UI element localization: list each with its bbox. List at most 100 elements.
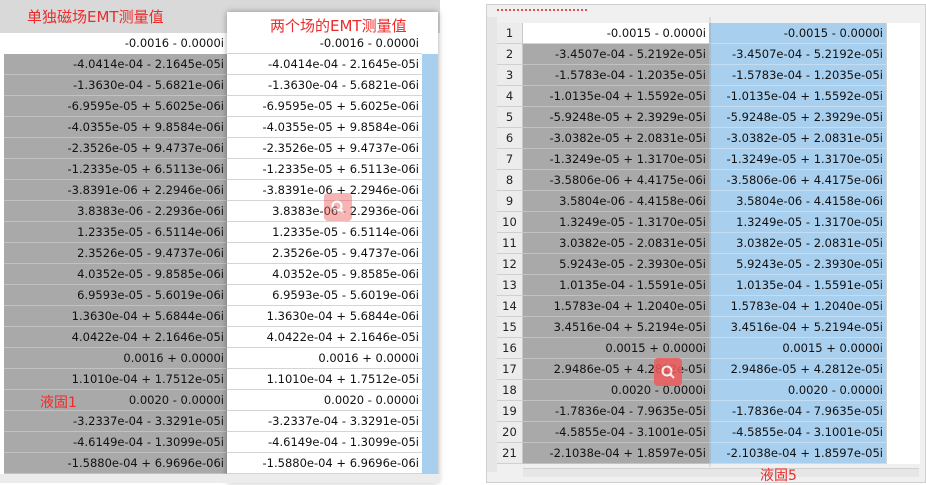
table-cell[interactable]: 0.0015 + 0.0000i — [523, 338, 709, 359]
table-cell[interactable]: -0.0016 - 0.0000i — [4, 33, 227, 54]
table-cell[interactable]: -1.2335e-05 + 6.5113e-06i — [227, 159, 422, 180]
table-cell[interactable]: -1.5880e-04 + 6.9696e-06i — [4, 453, 227, 474]
table-cell[interactable]: -3.5806e-06 + 4.4175e-06i — [523, 170, 709, 191]
right-scrollbar[interactable] — [523, 468, 919, 477]
table-cell[interactable]: -3.0382e-05 + 2.0831e-05i — [709, 128, 886, 149]
table-cell[interactable]: -3.2337e-04 - 3.3291e-05i — [4, 411, 227, 432]
row-number[interactable]: 15 — [497, 317, 523, 338]
table-cell[interactable]: -3.8391e-06 + 2.2946e-06i — [4, 180, 227, 201]
row-number[interactable]: 19 — [497, 401, 523, 422]
table-cell[interactable]: -4.0355e-05 + 9.8584e-06i — [4, 117, 227, 138]
table-cell[interactable]: 3.0382e-05 - 2.0831e-05i — [709, 233, 886, 254]
table-cell[interactable]: 5.9243e-05 - 2.3930e-05i — [709, 254, 886, 275]
table-cell[interactable]: 1.2335e-05 - 6.5114e-06i — [227, 222, 422, 243]
table-cell[interactable]: 1.3249e-05 - 1.3170e-05i — [523, 212, 709, 233]
table-cell[interactable]: -4.0355e-05 + 9.8584e-06i — [227, 117, 422, 138]
row-number[interactable]: 4 — [497, 86, 523, 107]
row-number[interactable]: 12 — [497, 254, 523, 275]
row-number[interactable]: 5 — [497, 107, 523, 128]
table-cell[interactable]: -1.5783e-04 - 1.2035e-05i — [709, 65, 886, 86]
table-cell[interactable]: -0.0015 - 0.0000i — [709, 23, 886, 44]
table-cell[interactable]: 1.0135e-04 - 1.5591e-05i — [709, 275, 886, 296]
table-cell[interactable]: 0.0016 + 0.0000i — [227, 348, 422, 369]
table-cell[interactable]: 1.1010e-04 + 1.7512e-05i — [4, 369, 227, 390]
row-number[interactable]: 3 — [497, 65, 523, 86]
table-cell[interactable]: 2.9486e-05 + 4.2812e-05i — [709, 359, 886, 380]
row-number[interactable]: 6 — [497, 128, 523, 149]
row-number[interactable]: 14 — [497, 296, 523, 317]
table-cell[interactable]: -6.9595e-05 + 5.6025e-06i — [227, 96, 422, 117]
table-cell[interactable]: 3.4516e-04 + 5.2194e-05i — [709, 317, 886, 338]
table-cell[interactable]: -1.2335e-05 + 6.5113e-06i — [4, 159, 227, 180]
row-number[interactable]: 9 — [497, 191, 523, 212]
table-cell[interactable]: -4.0414e-04 - 2.1645e-05i — [227, 54, 422, 75]
row-number[interactable]: 10 — [497, 212, 523, 233]
row-number[interactable]: 17 — [497, 359, 523, 380]
table-cell[interactable]: -4.5855e-04 - 3.1001e-05i — [523, 422, 709, 443]
row-number[interactable]: 21 — [497, 443, 523, 464]
table-cell[interactable]: -2.3526e-05 + 9.4737e-06i — [227, 138, 422, 159]
table-cell[interactable]: 3.8383e-06 - 2.2936e-06i — [4, 201, 227, 222]
row-number[interactable]: 18 — [497, 380, 523, 401]
table-cell[interactable]: -1.5880e-04 + 6.9696e-06i — [227, 453, 422, 474]
table-cell[interactable]: -4.0414e-04 - 2.1645e-05i — [4, 54, 227, 75]
table-cell[interactable]: 1.3630e-04 + 5.6844e-06i — [4, 306, 227, 327]
table-cell[interactable]: 3.0382e-05 - 2.0831e-05i — [523, 233, 709, 254]
table-cell[interactable]: -1.5783e-04 - 1.2035e-05i — [523, 65, 709, 86]
table-cell[interactable]: 0.0016 + 0.0000i — [4, 348, 227, 369]
table-cell[interactable]: -6.9595e-05 + 5.6025e-06i — [4, 96, 227, 117]
table-cell[interactable]: -3.0382e-05 + 2.0831e-05i — [523, 128, 709, 149]
table-cell[interactable]: -3.4507e-04 - 5.2192e-05i — [709, 44, 886, 65]
zoom-magnifier-icon[interactable] — [324, 193, 352, 221]
table-cell[interactable]: 4.0422e-04 + 2.1646e-05i — [227, 327, 422, 348]
table-cell[interactable]: 0.0015 + 0.0000i — [709, 338, 886, 359]
table-cell[interactable]: 0.0020 - 0.0000i — [4, 390, 227, 411]
table-cell[interactable]: 1.0135e-04 - 1.5591e-05i — [523, 275, 709, 296]
row-number[interactable]: 13 — [497, 275, 523, 296]
table-cell[interactable]: 0.0020 - 0.0000i — [227, 390, 422, 411]
table-cell[interactable]: -2.1038e-04 + 1.8597e-05i — [709, 443, 886, 464]
table-cell[interactable]: -1.3249e-05 + 1.3170e-05i — [523, 149, 709, 170]
table-cell[interactable]: -3.5806e-06 + 4.4175e-06i — [709, 170, 886, 191]
table-cell[interactable]: -5.9248e-05 + 2.3929e-05i — [709, 107, 886, 128]
table-cell[interactable]: -1.3249e-05 + 1.3170e-05i — [709, 149, 886, 170]
table-cell[interactable]: 1.1010e-04 + 1.7512e-05i — [227, 369, 422, 390]
table-cell[interactable]: -1.3630e-04 - 5.6821e-06i — [227, 75, 422, 96]
left-scrollbar[interactable] — [0, 474, 440, 483]
table-cell[interactable]: -4.5855e-04 - 3.1001e-05i — [709, 422, 886, 443]
table-cell[interactable]: -3.4507e-04 - 5.2192e-05i — [523, 44, 709, 65]
table-cell[interactable]: -0.0015 - 0.0000i — [523, 23, 709, 44]
zoom-magnifier-icon[interactable] — [654, 358, 682, 386]
table-cell[interactable]: 3.5804e-06 - 4.4158e-06i — [523, 191, 709, 212]
table-cell[interactable]: 4.0352e-05 - 9.8585e-06i — [4, 264, 227, 285]
row-number[interactable]: 20 — [497, 422, 523, 443]
table-cell[interactable]: -5.9248e-05 + 2.3929e-05i — [523, 107, 709, 128]
table-cell[interactable]: 1.3630e-04 + 5.6844e-06i — [227, 306, 422, 327]
table-cell[interactable]: -4.6149e-04 - 1.3099e-05i — [4, 432, 227, 453]
table-cell[interactable]: 2.3526e-05 - 9.4737e-06i — [227, 243, 422, 264]
table-cell[interactable]: -1.0135e-04 + 1.5592e-05i — [709, 86, 886, 107]
table-cell[interactable]: 2.3526e-05 - 9.4737e-06i — [4, 243, 227, 264]
row-number[interactable]: 8 — [497, 170, 523, 191]
table-cell[interactable]: 3.4516e-04 + 5.2194e-05i — [523, 317, 709, 338]
table-cell[interactable]: -0.0016 - 0.0000i — [227, 33, 422, 54]
table-cell[interactable]: 1.2335e-05 - 6.5114e-06i — [4, 222, 227, 243]
table-cell[interactable]: -1.7836e-04 - 7.9635e-05i — [523, 401, 709, 422]
table-cell[interactable]: 6.9593e-05 - 5.6019e-06i — [227, 285, 422, 306]
table-cell[interactable]: -4.6149e-04 - 1.3099e-05i — [227, 432, 422, 453]
table-cell[interactable]: -1.7836e-04 - 7.9635e-05i — [709, 401, 886, 422]
table-cell[interactable]: 1.5783e-04 + 1.2040e-05i — [523, 296, 709, 317]
row-number[interactable]: 16 — [497, 338, 523, 359]
table-cell[interactable]: 3.5804e-06 - 4.4158e-06i — [709, 191, 886, 212]
row-number[interactable]: 7 — [497, 149, 523, 170]
table-cell[interactable]: -1.0135e-04 + 1.5592e-05i — [523, 86, 709, 107]
table-cell[interactable]: 5.9243e-05 - 2.3930e-05i — [523, 254, 709, 275]
table-cell[interactable]: 4.0352e-05 - 9.8585e-06i — [227, 264, 422, 285]
table-cell[interactable]: -3.2337e-04 - 3.3291e-05i — [227, 411, 422, 432]
table-cell[interactable]: 6.9593e-05 - 5.6019e-06i — [4, 285, 227, 306]
table-cell[interactable]: 1.3249e-05 - 1.3170e-05i — [709, 212, 886, 233]
table-cell[interactable]: 0.0020 - 0.0000i — [709, 380, 886, 401]
table-cell[interactable]: -2.3526e-05 + 9.4737e-06i — [4, 138, 227, 159]
row-number[interactable]: 1 — [497, 23, 523, 44]
row-number[interactable]: 2 — [497, 44, 523, 65]
